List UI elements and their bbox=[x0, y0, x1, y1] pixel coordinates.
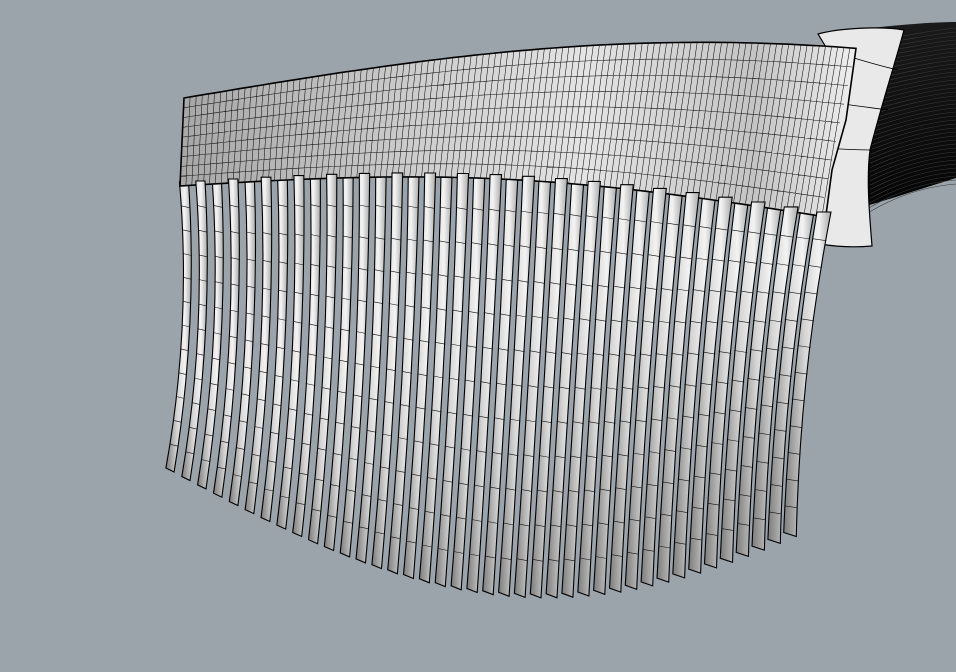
3d-viewport[interactable] bbox=[0, 0, 956, 672]
fringe-strip bbox=[165, 181, 192, 473]
fringe-canopy-render bbox=[165, 22, 956, 599]
